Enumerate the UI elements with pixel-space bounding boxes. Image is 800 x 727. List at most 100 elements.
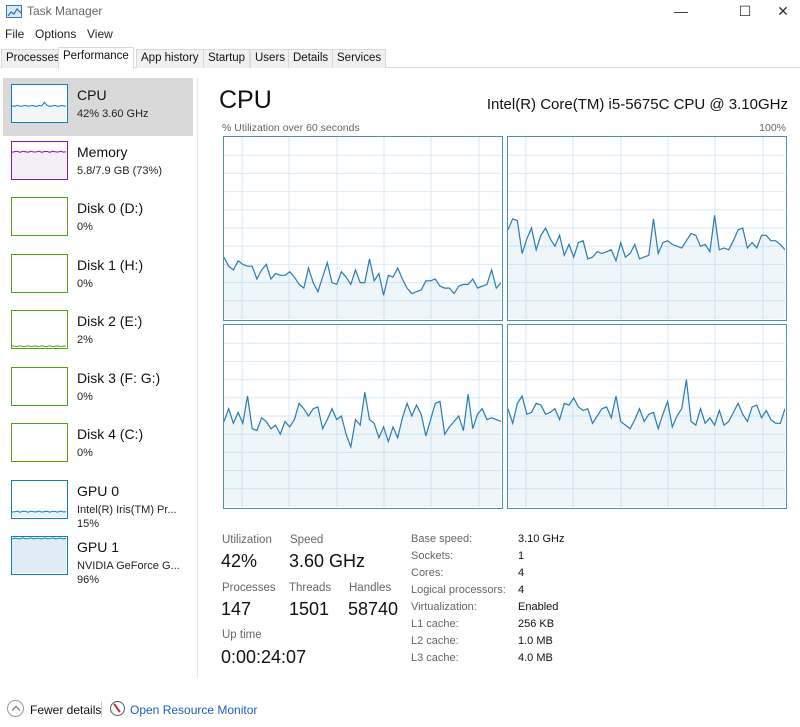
footer: Fewer details Open Resource Monitor bbox=[0, 697, 800, 723]
sidebar-item-disk-2-e[interactable]: Disk 2 (E:) 2% bbox=[3, 304, 193, 362]
handles-value: 58740 bbox=[348, 599, 399, 619]
sidebar-item-detail: 0% bbox=[77, 390, 93, 403]
info-value: 4.0 MB bbox=[518, 652, 553, 664]
page-title: CPU bbox=[219, 86, 272, 114]
cpu-graph-core-2 bbox=[223, 324, 503, 509]
sidebar-divider bbox=[197, 78, 198, 678]
utilization-area-3 bbox=[508, 379, 785, 507]
processes-value: 147 bbox=[221, 599, 252, 619]
tab-services[interactable]: Services bbox=[332, 49, 387, 68]
uptime-value: 0:00:24:07 bbox=[221, 647, 307, 667]
cpu-graph-core-1 bbox=[507, 136, 787, 321]
cpu-graph-core-0 bbox=[223, 136, 503, 321]
info-value: 1.0 MB bbox=[518, 635, 553, 647]
tab-performance[interactable]: Performance bbox=[58, 47, 134, 69]
sidebar-thumbnail-graph bbox=[11, 536, 68, 575]
sidebar-item-detail: 0% bbox=[77, 221, 93, 233]
info-label: Logical processors: bbox=[411, 584, 506, 596]
sidebar-item-usage: 96% bbox=[77, 574, 100, 586]
sidebar-item-gpu-0[interactable]: GPU 0 Intel(R) Iris(TM) Pr... 15% bbox=[3, 474, 193, 532]
sidebar-item-disk-1-h[interactable]: Disk 1 (H:) 0% bbox=[3, 248, 193, 306]
processes-label: Processes bbox=[222, 582, 276, 594]
sidebar-item-memory[interactable]: Memory 5.8/7.9 GB (73%) bbox=[3, 135, 193, 193]
sidebar-item-detail: 5.8/7.9 GB (73%) bbox=[77, 164, 162, 177]
sidebar-thumbnail-graph bbox=[11, 197, 68, 236]
graph-max-label: 100% bbox=[759, 122, 786, 134]
speed-label: Speed bbox=[290, 534, 324, 546]
info-label: L1 cache: bbox=[411, 618, 459, 630]
uptime-label: Up time bbox=[222, 629, 262, 641]
speed-value: 3.60 GHz bbox=[289, 551, 366, 571]
info-label: Cores: bbox=[411, 567, 444, 579]
sidebar-item-cpu[interactable]: CPU 42% 3.60 GHz bbox=[3, 78, 193, 136]
close-button[interactable]: ✕ bbox=[760, 0, 800, 24]
menu-options[interactable]: Options bbox=[35, 27, 76, 41]
fewer-details-button[interactable]: Fewer details bbox=[30, 703, 101, 717]
threads-label: Threads bbox=[289, 582, 332, 594]
sidebar-item-label: Disk 1 (H:) bbox=[77, 256, 144, 273]
info-value: Enabled bbox=[518, 601, 559, 613]
sidebar-thumbnail-graph bbox=[11, 310, 68, 349]
sidebar-item-detail: 42% 3.60 GHz bbox=[77, 108, 149, 120]
sidebar-item-label: Disk 3 (F: G:) bbox=[77, 369, 161, 386]
open-resource-monitor-link[interactable]: Open Resource Monitor bbox=[130, 703, 257, 717]
chevron-up-icon[interactable] bbox=[7, 700, 24, 717]
sidebar-thumbnail-graph bbox=[11, 84, 68, 123]
threads-value: 1501 bbox=[289, 599, 330, 619]
handles-label: Handles bbox=[349, 582, 392, 594]
sidebar-item-detail: 0% bbox=[77, 447, 93, 459]
menu-view[interactable]: View bbox=[87, 27, 113, 41]
sidebar-item-disk-0-d[interactable]: Disk 0 (D:) 0% bbox=[3, 191, 193, 249]
info-label: L2 cache: bbox=[411, 635, 459, 647]
sidebar-item-label: Disk 2 (E:) bbox=[77, 313, 143, 329]
sidebar-item-detail: 2% bbox=[77, 334, 93, 346]
menu-file[interactable]: File bbox=[5, 27, 24, 41]
cpu-model-name: Intel(R) Core(TM) i5-5675C CPU @ 3.10GHz bbox=[486, 96, 788, 113]
sidebar-thumbnail-graph bbox=[11, 253, 68, 293]
sidebar-item-detail: 0% bbox=[77, 277, 93, 290]
tab-app-history[interactable]: App history bbox=[136, 49, 204, 68]
thumbnail-line bbox=[12, 345, 66, 347]
sidebar-item-disk-3-f-g[interactable]: Disk 3 (F: G:) 0% bbox=[3, 361, 193, 419]
task-manager-icon bbox=[6, 5, 22, 18]
tab-startup[interactable]: Startup bbox=[203, 49, 251, 68]
info-value: 1 bbox=[518, 550, 525, 562]
info-label: Base speed: bbox=[411, 533, 473, 545]
tab-bar: Processes Performance App history Startu… bbox=[0, 47, 800, 69]
info-label: Sockets: bbox=[411, 550, 454, 562]
utilization-label: Utilization bbox=[222, 534, 272, 546]
footer-divider bbox=[101, 701, 102, 717]
thumbnail-line bbox=[12, 101, 66, 108]
info-label: L3 cache: bbox=[411, 652, 459, 664]
tab-processes[interactable]: Processes bbox=[1, 49, 65, 68]
resource-monitor-icon[interactable] bbox=[110, 701, 125, 716]
sidebar-item-label: Memory bbox=[77, 143, 128, 160]
sidebar-item-gpu-1[interactable]: GPU 1 NVIDIA GeForce G... 96% bbox=[3, 530, 193, 588]
utilization-area-0 bbox=[224, 257, 501, 319]
sidebar-item-label: GPU 0 bbox=[77, 482, 120, 499]
info-value: 4 bbox=[518, 567, 525, 579]
sidebar-item-disk-4-c[interactable]: Disk 4 (C:) 0% bbox=[3, 417, 193, 475]
window-title: Task Manager bbox=[27, 4, 103, 18]
sidebar-item-label: Disk 0 (D:) bbox=[77, 200, 144, 216]
tab-details[interactable]: Details bbox=[288, 49, 334, 68]
title-bar: Task Manager — ☐ ✕ bbox=[0, 0, 800, 24]
sidebar-thumbnail-graph bbox=[11, 366, 68, 406]
sidebar-item-label: CPU bbox=[77, 87, 107, 103]
sidebar-item-detail: NVIDIA GeForce G... bbox=[77, 560, 180, 572]
thumbnail-fill bbox=[12, 150, 66, 178]
minimize-button[interactable]: — bbox=[658, 0, 704, 24]
utilization-value: 42% bbox=[221, 551, 258, 571]
sidebar-thumbnail-graph bbox=[11, 479, 68, 519]
sidebar-thumbnail-graph bbox=[11, 140, 68, 180]
sidebar-item-label: GPU 1 bbox=[77, 539, 120, 555]
info-value: 256 KB bbox=[518, 618, 555, 630]
thumbnail-fill bbox=[12, 537, 66, 573]
graph-caption: % Utilization over 60 seconds bbox=[222, 122, 360, 134]
info-value: 3.10 GHz bbox=[518, 533, 565, 545]
info-value: 4 bbox=[518, 584, 525, 596]
sidebar-item-usage: 15% bbox=[77, 517, 100, 530]
info-label: Virtualization: bbox=[411, 601, 477, 613]
tab-users[interactable]: Users bbox=[250, 49, 291, 68]
sidebar-thumbnail-graph bbox=[11, 423, 68, 462]
